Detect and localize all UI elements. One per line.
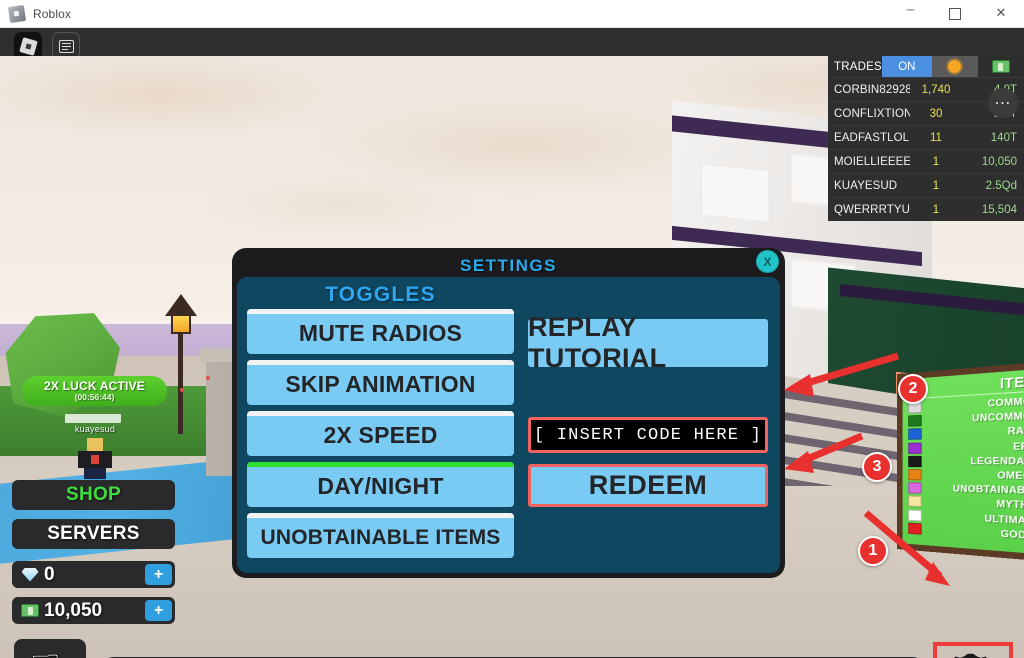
annotation-marker-3: 3	[862, 452, 892, 482]
annotation-arrows	[784, 352, 950, 586]
minimize-button[interactable]	[886, 0, 932, 28]
window-title: Roblox	[33, 6, 71, 21]
close-button[interactable]	[978, 0, 1024, 28]
roblox-topbar	[0, 28, 1024, 60]
roblox-logo-icon	[18, 36, 38, 56]
annotation-marker-1: 1	[858, 536, 888, 566]
window-titlebar: Roblox	[0, 0, 1024, 28]
annotation-marker-2: 2	[898, 374, 928, 404]
chat-icon	[58, 39, 74, 53]
roblox-app-icon	[7, 4, 27, 23]
maximize-button[interactable]	[932, 0, 978, 28]
window-controls	[886, 0, 1024, 28]
game-viewport: ITEM COMMON UNCOMMON RARE EPIC LEGENDARY…	[0, 56, 1024, 658]
